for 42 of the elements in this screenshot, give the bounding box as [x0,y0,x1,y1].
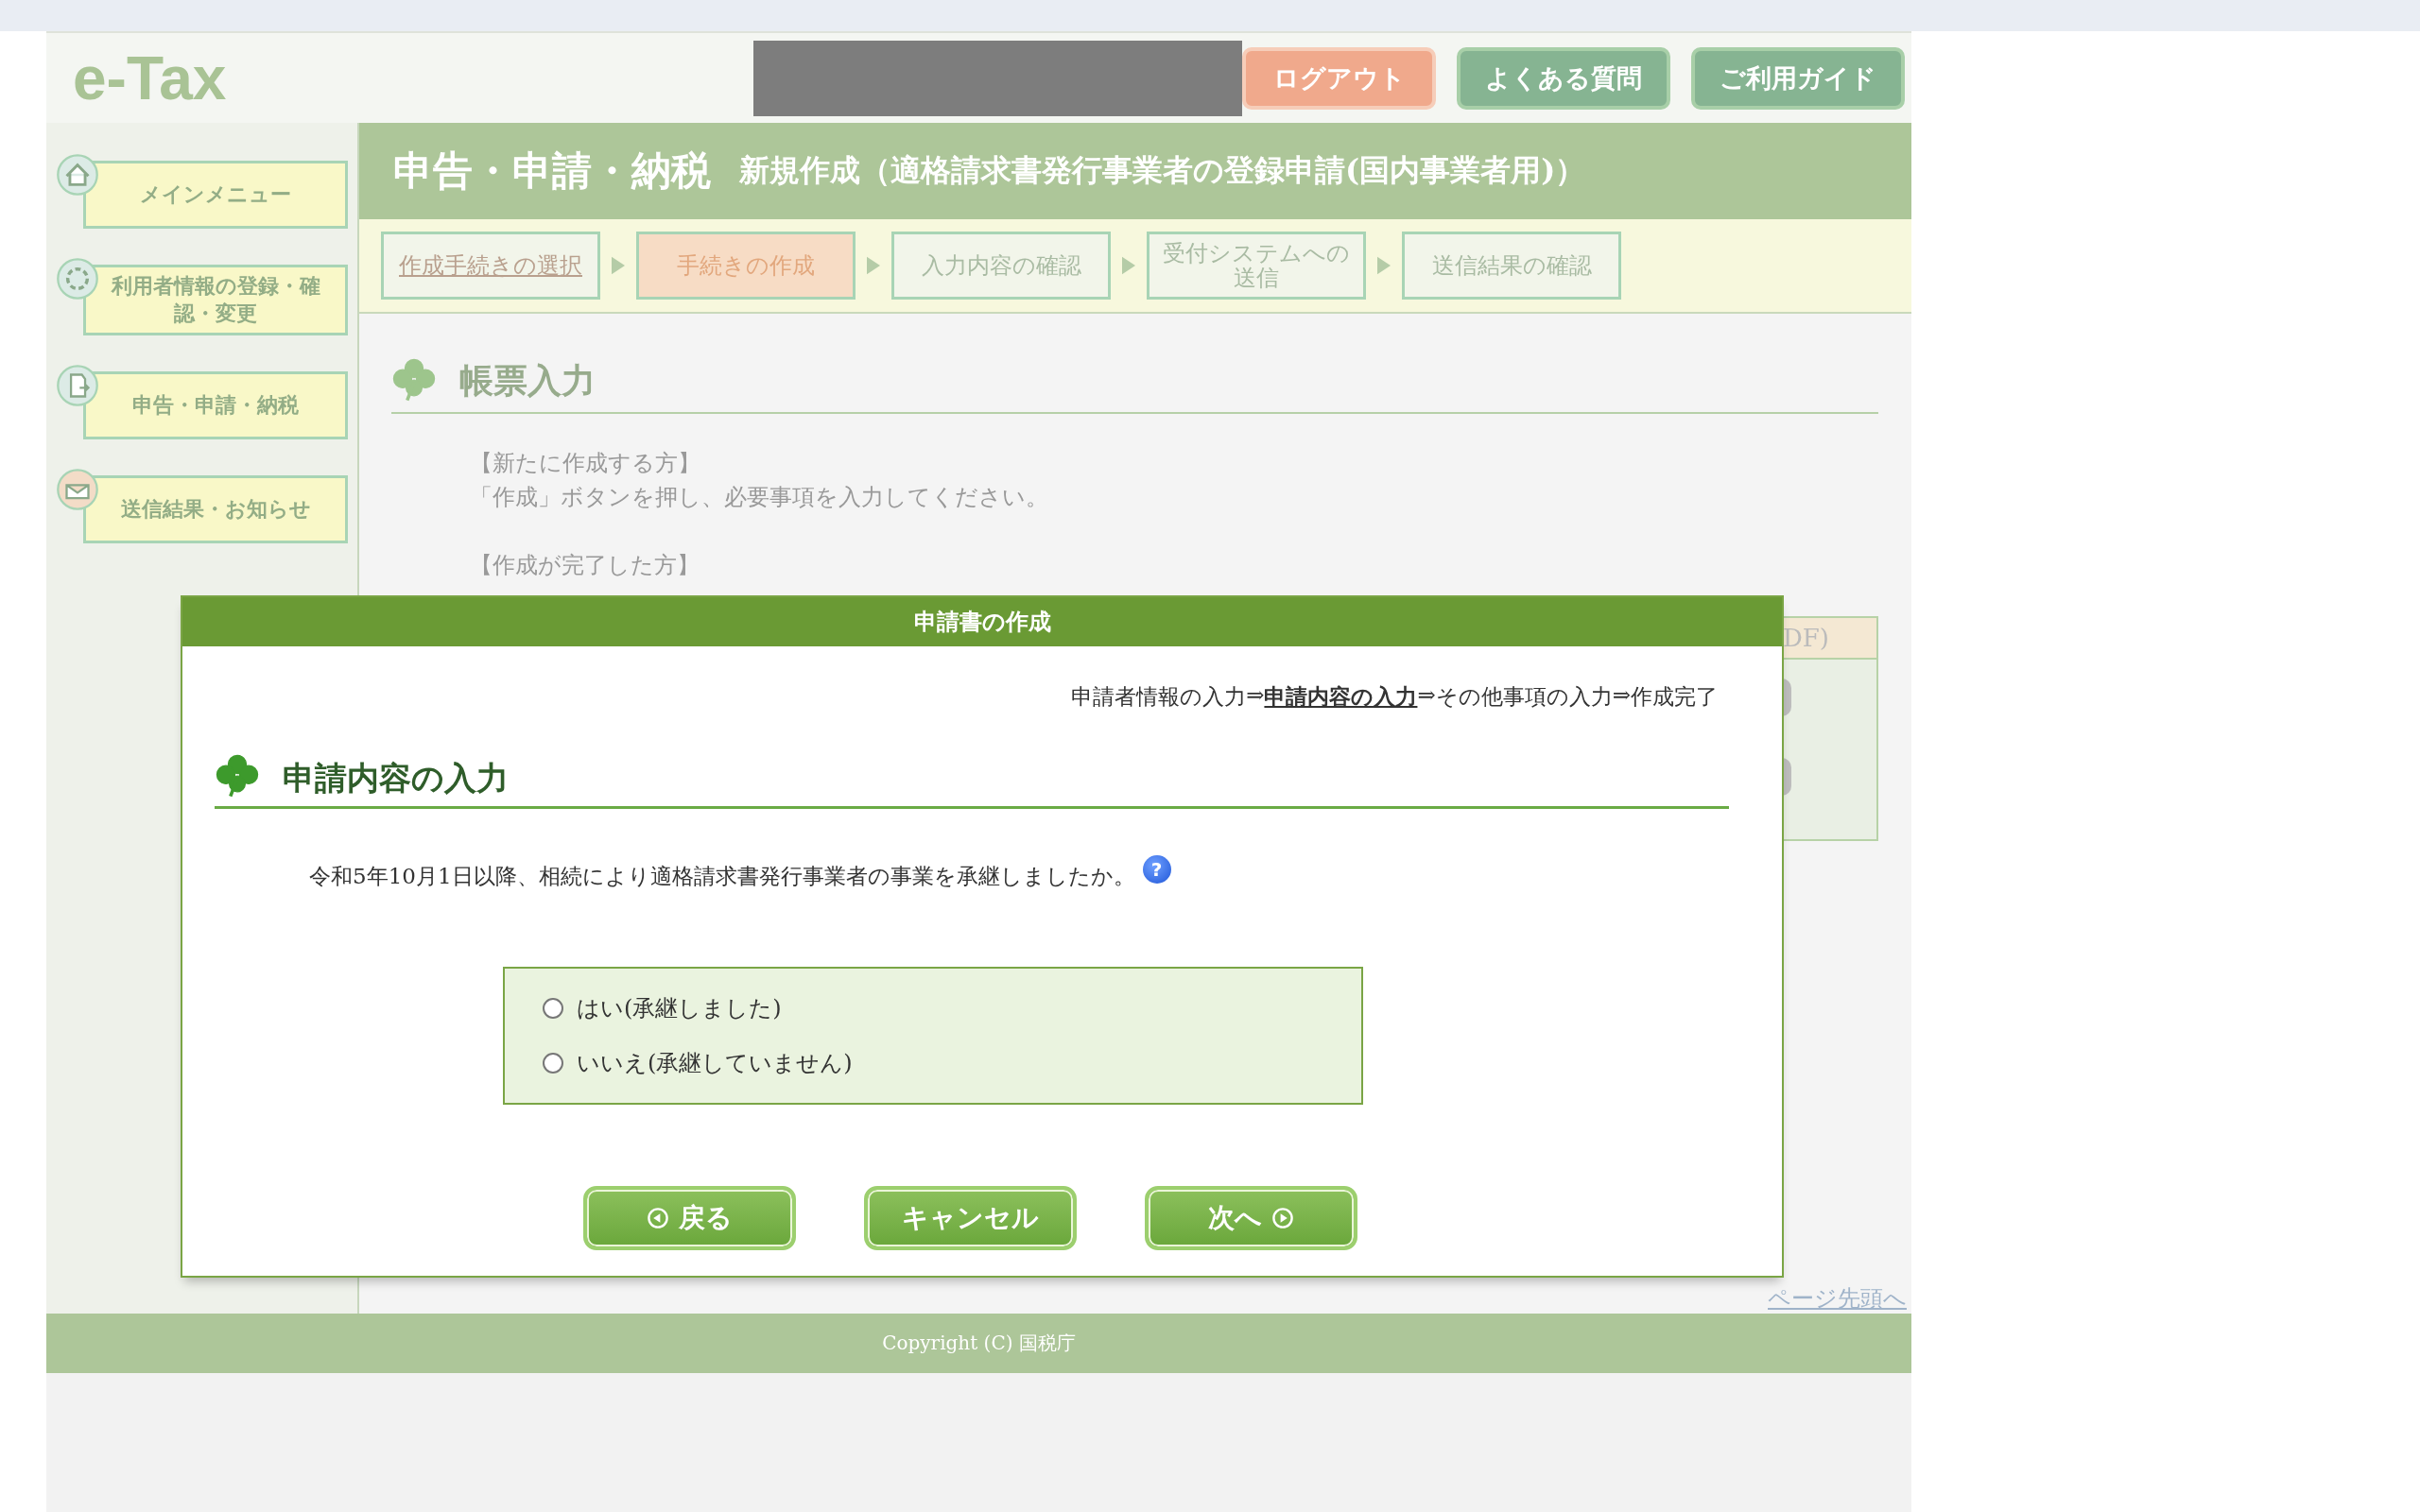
breadcrumb-arrow: ⇒ [1417,682,1436,709]
step-arrow-icon [867,256,880,275]
back-to-top-link[interactable]: ページ先頭へ [1768,1283,1907,1314]
help-button[interactable]: ? [1142,854,1171,884]
dialog-heading: 申請内容の入力 [283,758,509,799]
sidebar-item[interactable]: メインメニュー [83,161,348,229]
breadcrumb-arrow: ⇒ [1612,682,1631,709]
radio-option[interactable]: はい(承継しました) [543,993,1323,1023]
question-text: 令和5年10月1日以降、相続により適格請求書発行事業者の事業を承継しましたか。 [309,863,1135,890]
house-icon [56,153,99,197]
page-title: 申告・申請・納税 [393,146,711,196]
section-heading: 帳票入力 [459,359,596,402]
instruction-text: 【新たに作成する方】 [470,449,701,478]
breadcrumb-step: その他事項の入力 [1435,682,1613,712]
radio-button[interactable] [543,998,563,1019]
instruction-text: 【作成が完了した方】 [470,551,700,580]
cancel-button[interactable]: キャンセル [864,1186,1077,1250]
sidebar-item[interactable]: 申告・申請・納税 [83,371,348,440]
back-button[interactable]: 戻る [583,1186,796,1250]
logout-button[interactable]: ログアウト [1242,46,1436,110]
next-button[interactable]: 次へ [1145,1186,1357,1250]
step-tab[interactable]: 作成手続きの選択 [381,232,600,300]
dialog-title: 申請書の作成 [913,607,1051,637]
page-subtitle: 新規作成（適格請求書発行事業者の登録申請(国内事業者用)） [739,151,1586,190]
breadcrumb-step: 申請内容の入力 [1264,682,1418,712]
user-icon [56,257,99,301]
logo[interactable]: e-Tax [73,43,753,113]
step-arrow-icon [1377,256,1391,275]
sidebar-item[interactable]: 送信結果・お知らせ [83,475,348,544]
sidebar-item[interactable]: 利用者情報の登録・確認・変更 [83,265,348,336]
breadcrumb-step: 申請者情報の入力 [1071,682,1247,712]
instruction-text: 「作成」ボタンを押し、必要事項を入力してください。 [470,483,1049,512]
radio-button[interactable] [543,1053,563,1074]
copyright-text: Copyright (C) 国税庁 [882,1331,1076,1356]
nav-button[interactable]: よくある質問 [1457,46,1670,110]
radio-option[interactable]: いいえ(承継していません) [543,1048,1323,1078]
breadcrumb-arrow: ⇒ [1246,682,1265,707]
step-arrow-icon [612,256,625,275]
panel-heading: DF) [1782,624,1829,652]
step-arrow-icon [1122,256,1135,275]
breadcrumb-step: 作成完了 [1631,682,1718,712]
nav-button[interactable]: ご利用ガイド [1691,46,1905,110]
